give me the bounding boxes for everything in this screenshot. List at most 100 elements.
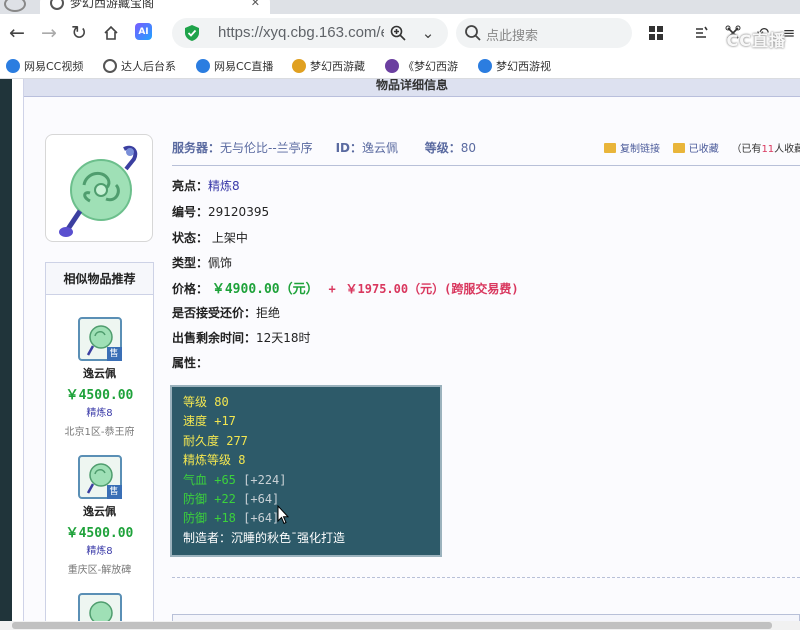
similar-item-card[interactable]: 售 逸云佩 ￥4500.00 精炼8 北京1区-恭王府 [46, 317, 153, 438]
counter-offer-value: 拒绝 [256, 306, 281, 320]
bookmark-label: 《梦幻西游 [403, 60, 458, 73]
ai-assistant-icon[interactable]: AI [135, 23, 152, 40]
left-edge-strip [0, 79, 12, 630]
left-gutter [12, 79, 24, 630]
similar-item-price: ￥4500.00 [65, 388, 134, 403]
bookmark-label: 梦幻西游藏 [310, 60, 365, 73]
bookmark-item[interactable]: 《梦幻西游 [385, 57, 465, 75]
bookmark-item[interactable]: 网易CC视频 [6, 57, 88, 75]
tab-favicon-icon [50, 0, 64, 10]
attr-maker: 制造者：沉睡的秋色ˉ强化打造 [183, 530, 346, 545]
divider [172, 165, 800, 166]
bookmark-item[interactable]: 梦幻西游视 [478, 57, 558, 75]
zoom-icon[interactable] [388, 23, 408, 43]
bookmark-label: 网易CC视频 [24, 60, 84, 73]
similar-items-panel: 相似物品推荐 售 逸云佩 ￥4500.00 精炼8 北京1区-恭王府 售 逸云佩… [45, 262, 154, 630]
search-placeholder: 点此搜索 [486, 29, 539, 44]
level-value: 80 [460, 141, 477, 155]
jade-pendant-thumb-icon[interactable]: 售 [77, 455, 122, 499]
horizontal-scrollbar[interactable] [0, 621, 800, 630]
server-value: 无与伦比--兰亭序 [220, 141, 313, 155]
price-value: ￥4900.00（元） [211, 282, 319, 297]
collections-icon[interactable] [690, 22, 712, 44]
fee-value: ￥1975.00（元）(跨服交易费) [345, 282, 519, 296]
page-title: 物品详细信息 [375, 79, 448, 92]
tab-strip: 梦幻西游藏宝阁 ✕ [0, 0, 800, 14]
copy-link-button[interactable]: 复制链接 [604, 143, 660, 155]
close-icon[interactable]: ✕ [251, 0, 260, 12]
bookmark-item[interactable]: 梦幻西游藏 [292, 57, 372, 75]
forward-icon[interactable]: → [36, 20, 62, 46]
scrollbar-thumb[interactable] [12, 622, 772, 629]
attr-hp: 气血 +65 [+224] [183, 472, 287, 487]
highlight-field: 亮点：精炼8 [172, 179, 240, 193]
back-icon[interactable]: ← [4, 20, 30, 46]
bookmark-item[interactable]: 网易CC直播 [196, 57, 278, 75]
item-image[interactable] [45, 134, 153, 242]
jade-pendant-icon [59, 145, 138, 237]
shield-icon [185, 25, 199, 41]
search-box[interactable]: 点此搜索 [456, 18, 632, 48]
attr-defense-1: 防御 +22 [+64] [183, 492, 280, 507]
address-bar[interactable]: https://xyq.cbg.163.com/eq ⌄ [172, 18, 448, 48]
page-viewport: 物品详细信息 相似物品推荐 售 逸云佩 ￥4500.00 精炼8 北京1区-恭王… [0, 79, 800, 630]
cc-live-watermark: CC直播 [726, 31, 786, 50]
game-logo-icon [292, 59, 306, 73]
globe-icon [103, 59, 117, 73]
similar-item-server: 北京1区-恭王府 [64, 427, 135, 438]
jade-pendant-thumb-icon[interactable]: 售 [77, 317, 122, 361]
mouse-cursor-icon [277, 505, 289, 525]
attributes-field: 属性： [172, 356, 209, 370]
similar-item-name[interactable]: 逸云佩 [46, 503, 153, 519]
bookmark-label: 梦幻西游视 [496, 60, 551, 73]
level-label: 等级： [424, 141, 461, 155]
dashed-divider [172, 577, 800, 578]
similar-item-card[interactable]: 售 逸云佩 ￥4500.00 精炼8 重庆区-解放碑 [46, 455, 153, 576]
time-left-field: 出售剩余时间：12天18时 [172, 331, 311, 345]
chevron-down-icon[interactable]: ⌄ [418, 23, 438, 43]
sold-tag: 售 [106, 347, 122, 361]
item-actions: 复制链接 已收藏 （已有11人收藏 [604, 140, 800, 155]
similar-item-name[interactable]: 逸云佩 [46, 365, 153, 381]
apps-grid-icon[interactable] [645, 22, 667, 44]
reload-icon[interactable]: ↻ [66, 20, 92, 46]
similar-item-server: 重庆区-解放碑 [67, 565, 132, 576]
attr-speed: 速度 +17 [183, 414, 236, 429]
cc-logo-icon [478, 59, 492, 73]
similar-item-tag: 精炼8 [86, 546, 113, 557]
sold-tag: 售 [106, 485, 122, 499]
attr-refine: 精炼等级 8 [183, 453, 246, 468]
type-field: 类型：佩饰 [172, 256, 233, 270]
highlight-value: 精炼8 [208, 179, 240, 193]
time-left-value: 12天18时 [256, 331, 311, 345]
cc-logo-icon [6, 59, 20, 73]
id-value: 逸云佩 [362, 141, 399, 155]
bookmark-label: 网易CC直播 [214, 60, 274, 73]
bookmarks-bar: 网易CC视频 达人后台系 网易CC直播 梦幻西游藏 《梦幻西游 梦幻西游视 [0, 52, 800, 79]
attributes-box: 等级 80 速度 +17 耐久度 277 精炼等级 8 气血 +65 [+224… [170, 385, 442, 557]
game-shield-icon [385, 59, 399, 73]
favorite-button[interactable]: 已收藏 [672, 143, 719, 155]
tab-cbg[interactable]: 梦幻西游藏宝阁 ✕ [40, 0, 270, 14]
section-header: 物品详细信息 [24, 79, 800, 97]
number-field: 编号：29120395 [172, 205, 270, 219]
number-value: 29120395 [208, 205, 270, 219]
url-text[interactable]: https://xyq.cbg.163.com/eq [218, 24, 384, 41]
status-value: 上架中 [211, 231, 248, 245]
attr-durability: 耐久度 277 [183, 433, 248, 448]
tab-scroll-icon[interactable] [4, 0, 26, 12]
type-value: 佩饰 [208, 256, 233, 270]
attr-level: 等级 80 [183, 395, 229, 409]
folder-icon [672, 143, 685, 153]
bookmark-item[interactable]: 达人后台系 [103, 57, 183, 75]
similar-item-price: ￥4500.00 [65, 526, 134, 541]
tab-title: 梦幻西游藏宝阁 [70, 0, 155, 10]
search-icon [465, 25, 481, 41]
id-label: ID： [335, 141, 363, 155]
home-icon[interactable] [98, 20, 124, 46]
price-field: 价格： ￥4900.00（元） + ￥1975.00（元）(跨服交易费) [172, 282, 519, 297]
browser-toolbar: ← → ↻ AI https://xyq.cbg.163.com/eq ⌄ 点此… [0, 14, 800, 52]
server-label: 服务器： [172, 141, 221, 155]
favorite-count: （已有11人收藏 [731, 144, 800, 155]
counter-offer-field: 是否接受还价：拒绝 [172, 306, 281, 320]
